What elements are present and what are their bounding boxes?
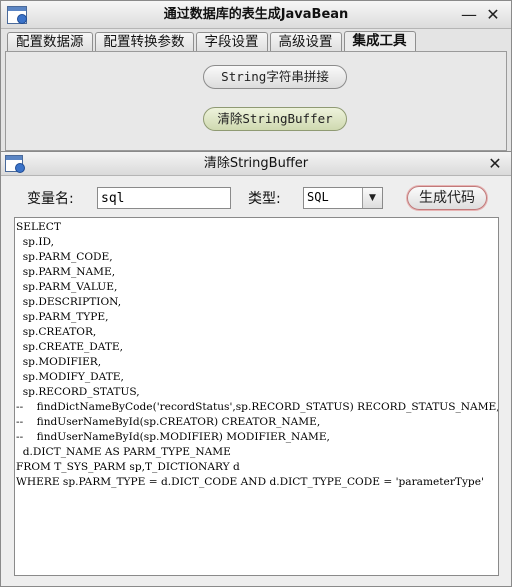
tab-integration-tools[interactable]: 集成工具 (343, 31, 416, 52)
tab-bar: 配置数据源 配置转换参数 字段设置 高级设置 集成工具 (7, 31, 418, 52)
main-window: 通过数据库的表生成JavaBean — ✕ 配置数据源 配置转换参数 字段设置 … (0, 0, 512, 152)
main-window-title: 通过数据库的表生成JavaBean (163, 7, 349, 22)
code-line: -- findUserNameById(sp.CREATOR) CREATOR_… (16, 416, 321, 428)
variable-name-input[interactable] (97, 187, 231, 209)
clear-stringbuffer-button[interactable]: 清除StringBuffer (203, 107, 347, 131)
code-line: -- findUserNameById(sp.MODIFIER) MODIFIE… (16, 431, 330, 443)
code-line: -- findDictNameByCode('recordStatus',sp.… (16, 401, 499, 413)
type-select-value: SQL (307, 190, 329, 204)
code-line: WHERE sp.PARM_TYPE = d.DICT_CODE AND d.D… (16, 476, 484, 488)
code-line: sp.PARM_CODE, (16, 251, 113, 263)
integration-tools-panel: String字符串拼接 清除StringBuffer (5, 51, 507, 151)
code-line: SELECT (16, 221, 61, 233)
code-line: sp.CREATE_DATE, (16, 341, 124, 353)
string-concat-button[interactable]: String字符串拼接 (203, 65, 347, 89)
main-titlebar[interactable]: 通过数据库的表生成JavaBean — ✕ (1, 1, 511, 29)
tab-conversion-params[interactable]: 配置转换参数 (94, 32, 194, 52)
code-line: sp.ID, (16, 236, 54, 248)
code-line: sp.DESCRIPTION, (16, 296, 122, 308)
code-line: sp.RECORD_STATUS, (16, 386, 140, 398)
clear-stringbuffer-dialog: 清除StringBuffer ✕ 变量名: 类型: SQL ▼ 生成代码 SEL… (0, 151, 512, 587)
code-line: sp.PARM_VALUE, (16, 281, 118, 293)
code-line: sp.PARM_NAME, (16, 266, 116, 278)
type-select[interactable]: SQL ▼ (303, 187, 383, 209)
minimize-icon[interactable]: — (459, 5, 479, 25)
code-line: FROM T_SYS_PARM sp,T_DICTIONARY d (16, 461, 240, 473)
code-line: sp.PARM_TYPE, (16, 311, 109, 323)
chevron-down-icon[interactable]: ▼ (362, 188, 382, 208)
type-label: 类型: (248, 191, 281, 207)
dialog-titlebar[interactable]: 清除StringBuffer ✕ (1, 152, 511, 176)
dialog-title: 清除StringBuffer (203, 156, 309, 171)
tab-advanced-settings[interactable]: 高级设置 (269, 32, 342, 52)
generate-code-button[interactable]: 生成代码 (407, 186, 487, 210)
tab-data-source[interactable]: 配置数据源 (7, 32, 93, 52)
dialog-close-icon[interactable]: ✕ (485, 154, 505, 174)
variable-name-label: 变量名: (27, 191, 74, 207)
code-line: sp.MODIFIER, (16, 356, 102, 368)
tab-field-settings[interactable]: 字段设置 (195, 32, 268, 52)
dialog-form-row: 变量名: 类型: SQL ▼ 生成代码 (1, 184, 511, 212)
code-line: d.DICT_NAME AS PARM_TYPE_NAME (16, 446, 231, 458)
code-textarea[interactable]: SELECT sp.ID, sp.PARM_CODE, sp.PARM_NAME… (14, 217, 499, 576)
close-icon[interactable]: ✕ (483, 5, 503, 25)
code-line: sp.MODIFY_DATE, (16, 371, 124, 383)
code-line: sp.CREATOR, (16, 326, 97, 338)
